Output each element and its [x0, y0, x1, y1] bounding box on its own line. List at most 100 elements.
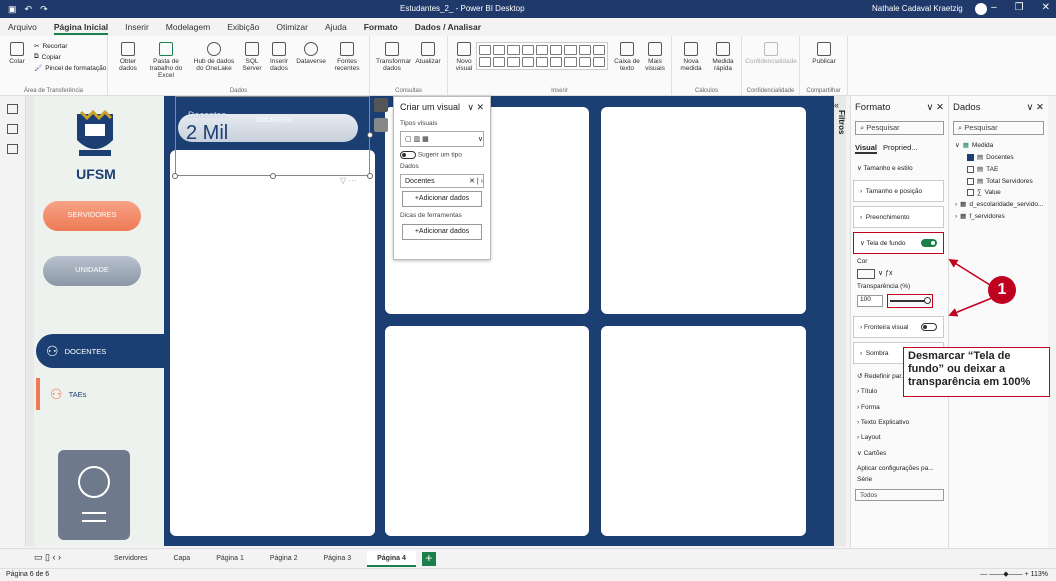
- zoom-control[interactable]: — ——◆—— + 113%: [980, 569, 1048, 581]
- close-icon[interactable]: ∨ ✕: [1026, 102, 1044, 113]
- profile-card[interactable]: [58, 450, 130, 540]
- model-view-icon[interactable]: [7, 144, 18, 154]
- paste-button[interactable]: Colar: [6, 42, 28, 65]
- page-tab-capa[interactable]: Capa: [163, 551, 200, 567]
- field-value[interactable]: ∑ Value: [949, 187, 1048, 198]
- visual-type-icon[interactable]: [550, 57, 563, 67]
- taes-tab[interactable]: ⚇ TAEs: [36, 378, 164, 410]
- color-picker[interactable]: [857, 269, 875, 279]
- field-tae[interactable]: ▤ TAE: [949, 163, 1048, 175]
- tab-pagina-inicial[interactable]: Página Inicial: [53, 18, 109, 36]
- copy-button[interactable]: ⧉ Copiar: [34, 53, 61, 61]
- new-measure-button[interactable]: Nova medida: [676, 42, 706, 72]
- visual-type-icon[interactable]: [507, 45, 520, 55]
- transparency-input[interactable]: 100: [857, 295, 883, 307]
- section-cartoes[interactable]: ∨ Cartões: [851, 445, 948, 461]
- resize-handle[interactable]: [270, 173, 276, 179]
- data-search-input[interactable]: ⌕ Pesquisar: [953, 121, 1044, 135]
- section-tamanho-estilo[interactable]: ∨ Tamanho e estilo: [851, 160, 948, 176]
- visual-type-icon[interactable]: [578, 57, 591, 67]
- fronteira-visual-card[interactable]: › Fronteira visual: [853, 316, 944, 338]
- visual-type-icon[interactable]: [535, 57, 549, 67]
- collapse-icon[interactable]: «: [834, 100, 839, 110]
- page-view-icon[interactable]: ▭ ▯ ‹ ›: [34, 552, 61, 563]
- section-layout[interactable]: › Layout: [851, 430, 948, 445]
- field-well-docentes[interactable]: Docentes ✕ | ›: [400, 174, 484, 188]
- page-tab-pagina-1[interactable]: Página 1: [206, 551, 254, 567]
- tab-exibicao[interactable]: Exibição: [227, 18, 259, 36]
- docentes-kpi-card[interactable]: Docentes DOCENTES 2 Mil: [178, 110, 358, 144]
- visual-type-icon[interactable]: [521, 45, 534, 55]
- close-icon[interactable]: ✕: [1042, 2, 1050, 13]
- checkbox[interactable]: [967, 177, 974, 185]
- field-docentes[interactable]: ▤ Docentes: [949, 151, 1048, 163]
- resize-handle[interactable]: [367, 132, 373, 138]
- close-icon[interactable]: ∨ ✕: [467, 102, 484, 113]
- tree-table[interactable]: › ▦ d_escolaridade_servido...: [949, 198, 1048, 210]
- toggle[interactable]: [921, 323, 937, 331]
- tab-properties[interactable]: Propried...: [883, 143, 918, 154]
- close-icon[interactable]: ∨ ✕: [926, 102, 944, 113]
- resize-handle[interactable]: [367, 173, 373, 179]
- sensitivity-button[interactable]: Confidencialidade: [744, 42, 798, 65]
- visual-type-icon[interactable]: [493, 45, 506, 55]
- field-total-servidores[interactable]: ▤ Total Servidores: [949, 175, 1048, 187]
- add-tooltip-data-button[interactable]: +Adicionar dados: [402, 224, 482, 240]
- visual-type-icon[interactable]: [564, 45, 577, 55]
- refresh-button[interactable]: Atualizar: [412, 42, 444, 65]
- visual-type-icon[interactable]: [493, 57, 506, 67]
- more-visuals-button[interactable]: Mais visuais: [642, 42, 668, 72]
- user-avatar-icon[interactable]: [975, 3, 987, 15]
- visual-type-icon[interactable]: [592, 57, 605, 67]
- checkbox[interactable]: [967, 165, 974, 173]
- page-tab-pagina-3[interactable]: Página 3: [313, 551, 361, 567]
- tree-medida[interactable]: ∨ ▦ Medida: [949, 139, 1048, 151]
- visual-type-icon[interactable]: [578, 45, 591, 55]
- build-visual-icon[interactable]: [374, 98, 388, 112]
- tela-de-fundo-toggle[interactable]: [921, 239, 937, 247]
- card-top-right[interactable]: [601, 107, 806, 314]
- resize-handle[interactable]: [172, 173, 178, 179]
- user-name[interactable]: Nathale Cadaval Kraetzig: [872, 4, 963, 13]
- format-painter-button[interactable]: 🖌 Pincel de formatação: [34, 64, 106, 73]
- toggle[interactable]: [400, 151, 416, 159]
- card-left[interactable]: [170, 150, 375, 536]
- visual-type-icon[interactable]: [550, 45, 563, 55]
- transparency-slider[interactable]: [887, 294, 933, 308]
- unidade-button[interactable]: UNIDADE: [43, 256, 141, 286]
- slider-thumb[interactable]: [924, 297, 931, 304]
- preenchimento-card[interactable]: › Preenchimento: [853, 206, 944, 228]
- filter-icon[interactable]: ▽ ···: [340, 176, 356, 185]
- checkbox[interactable]: [967, 189, 974, 196]
- section-texto-explicativo[interactable]: › Texto Explicativo: [851, 415, 948, 430]
- redo-icon[interactable]: ↷: [40, 4, 48, 15]
- publish-button[interactable]: Publicar: [808, 42, 840, 65]
- tree-table[interactable]: › ▦ f_servidores: [949, 210, 1048, 222]
- servidores-button[interactable]: SERVIDORES: [43, 201, 141, 231]
- minimize-icon[interactable]: –: [991, 2, 997, 13]
- tab-visual[interactable]: Visual: [855, 143, 877, 154]
- docentes-tab[interactable]: ⚇ DOCENTES: [36, 334, 166, 368]
- transform-data-button[interactable]: Transformar dados: [376, 42, 411, 72]
- visual-type-icon[interactable]: [479, 57, 492, 67]
- suggest-toggle-row[interactable]: Sugerir um tipo: [394, 149, 490, 161]
- format-visual-icon[interactable]: [374, 118, 388, 132]
- visual-type-icon[interactable]: [592, 45, 605, 55]
- add-page-button[interactable]: +: [421, 551, 436, 566]
- sql-button[interactable]: SQL Server: [240, 42, 264, 72]
- visual-type-icon[interactable]: [507, 57, 520, 67]
- format-search-input[interactable]: ⌕ Pesquisar: [855, 121, 944, 135]
- visual-type-icon[interactable]: [479, 45, 492, 55]
- restore-icon[interactable]: ❐: [1015, 2, 1024, 13]
- recent-sources-button[interactable]: Fontes recentes: [330, 42, 364, 72]
- tab-inserir[interactable]: Inserir: [125, 18, 149, 36]
- checkbox[interactable]: [967, 153, 974, 161]
- new-visual-button[interactable]: Novo visual: [452, 42, 476, 72]
- tab-dados-analisar[interactable]: Dados / Analisar: [415, 18, 481, 36]
- tela-de-fundo-card[interactable]: ∨ Tela de fundo: [853, 232, 944, 254]
- page-tab-pagina-4[interactable]: Página 4: [367, 550, 416, 567]
- card-bottom-right[interactable]: [601, 326, 806, 536]
- tab-formato[interactable]: Formato: [364, 18, 398, 36]
- get-data-button[interactable]: Obter dados: [114, 42, 142, 72]
- tab-arquivo[interactable]: Arquivo: [8, 18, 37, 36]
